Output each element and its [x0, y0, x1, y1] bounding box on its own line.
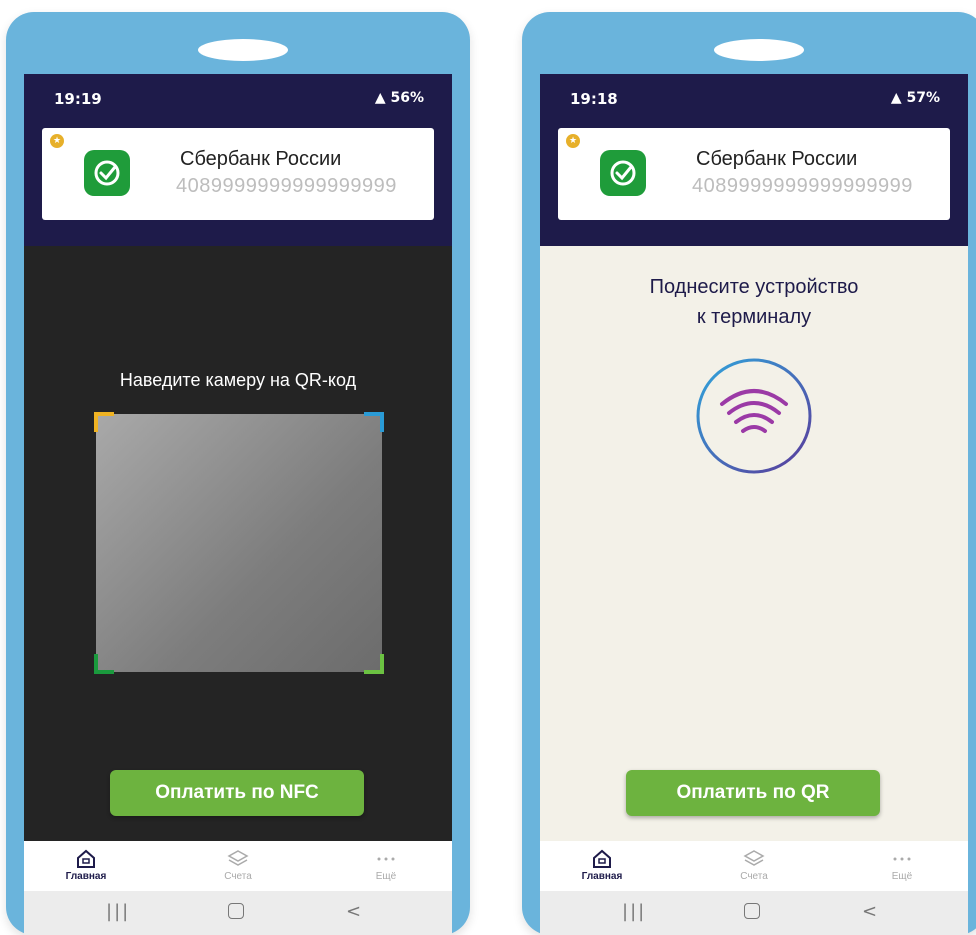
account-number: 4089999999999999999 — [692, 175, 913, 197]
more-dots-icon — [377, 857, 395, 861]
tab-label: Счета — [740, 871, 768, 882]
account-number: 4089999999999999999 — [176, 175, 397, 197]
wifi-signal-icon: ▲ — [890, 90, 907, 106]
recents-icon[interactable]: ||| — [106, 901, 130, 922]
screen: 19:19 ▲ 56% ★ Сбербанк России 4089999999… — [24, 74, 452, 935]
screen: 19:18 ▲ 57% ★ Сбербанк России 4089999999… — [540, 74, 968, 935]
bank-card[interactable]: ★ Сбербанк России 4089999999999999999 — [558, 128, 950, 220]
qr-scan-frame — [94, 412, 384, 674]
android-nav-bar: ||| < — [24, 891, 452, 935]
tab-label: Главная — [581, 871, 623, 882]
speaker — [714, 39, 804, 61]
battery-level: ▲ 57% — [890, 90, 940, 106]
home-button-icon[interactable] — [744, 903, 760, 919]
sberbank-logo-icon — [600, 150, 646, 196]
tab-accounts[interactable]: Счета — [198, 849, 278, 882]
phone-left: 19:19 ▲ 56% ★ Сбербанк России 4089999999… — [6, 12, 470, 935]
back-icon[interactable]: < — [346, 901, 361, 922]
status-time: 19:19 — [54, 90, 102, 108]
tab-label: Счета — [224, 871, 252, 882]
tab-accounts[interactable]: Счета — [714, 849, 794, 882]
nfc-view: Поднесите устройство к терминалу Оплатит… — [540, 246, 968, 841]
home-icon — [77, 849, 95, 868]
wifi-signal-icon: ▲ — [374, 90, 391, 106]
status-bar: 19:19 ▲ 56% — [24, 74, 452, 126]
star-icon[interactable]: ★ — [50, 134, 64, 148]
corner-top-right — [364, 412, 384, 432]
layers-icon — [743, 850, 765, 866]
tab-bar: Главная Счета Ещё — [24, 841, 452, 891]
tab-label: Главная — [65, 871, 107, 882]
tab-home[interactable]: Главная — [562, 849, 642, 882]
home-icon — [593, 849, 611, 868]
corner-bottom-right — [364, 654, 384, 674]
status-time: 19:18 — [570, 90, 618, 108]
layers-icon — [227, 850, 249, 866]
tab-home[interactable]: Главная — [46, 849, 126, 882]
pay-nfc-button[interactable]: Оплатить по NFC — [110, 770, 364, 816]
android-nav-bar: ||| < — [540, 891, 968, 935]
phone-right: 19:18 ▲ 57% ★ Сбербанк России 4089999999… — [522, 12, 976, 935]
tab-more[interactable]: Ещё — [862, 849, 942, 882]
battery-level: ▲ 56% — [374, 90, 424, 106]
nfc-prompt-line2: к терминалу — [696, 306, 812, 328]
pay-qr-button[interactable]: Оплатить по QR — [626, 770, 880, 816]
nfc-prompt-line1: Поднесите устройство — [649, 276, 859, 298]
back-icon[interactable]: < — [862, 901, 877, 922]
more-dots-icon — [893, 857, 911, 861]
home-button-icon[interactable] — [228, 903, 244, 919]
nfc-prompt: Поднесите устройство к терминалу — [540, 272, 968, 332]
qr-prompt: Наведите камеру на QR-код — [119, 370, 357, 390]
recents-icon[interactable]: ||| — [622, 901, 646, 922]
tab-more[interactable]: Ещё — [346, 849, 426, 882]
sberbank-logo-icon — [84, 150, 130, 196]
status-bar: 19:18 ▲ 57% — [540, 74, 968, 126]
bank-name: Сбербанк России — [696, 148, 858, 170]
nfc-contactless-icon — [696, 358, 812, 474]
corner-top-left — [94, 412, 114, 432]
star-icon[interactable]: ★ — [566, 134, 580, 148]
bank-name: Сбербанк России — [180, 148, 342, 170]
corner-bottom-left — [94, 654, 114, 674]
speaker — [198, 39, 288, 61]
tab-bar: Главная Счета Ещё — [540, 841, 968, 891]
bank-card[interactable]: ★ Сбербанк России 4089999999999999999 — [42, 128, 434, 220]
camera-view[interactable]: Наведите камеру на QR-код Оплатить по NF… — [24, 246, 452, 841]
tab-label: Ещё — [375, 871, 397, 882]
tab-label: Ещё — [891, 871, 913, 882]
